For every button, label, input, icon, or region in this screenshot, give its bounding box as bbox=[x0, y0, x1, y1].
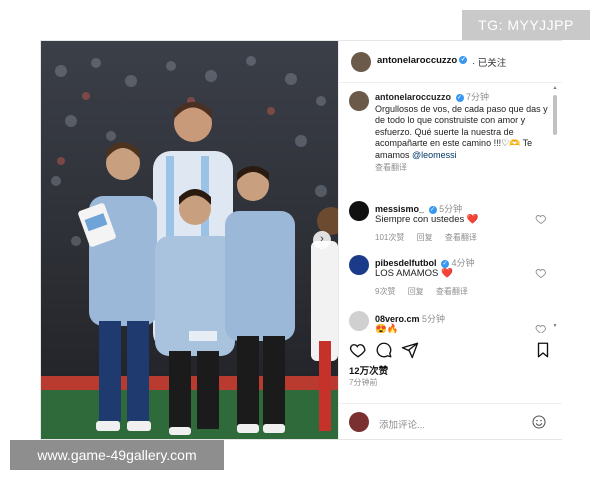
add-comment-bar: 添加评论... bbox=[339, 403, 562, 440]
posted-time: 7分钟前 bbox=[349, 378, 378, 387]
verified-icon: ✓ bbox=[459, 56, 468, 65]
comment-emoji: ❤️ bbox=[441, 268, 453, 279]
comment-time: 4分钟 bbox=[451, 258, 475, 268]
verified-icon: ✓ bbox=[441, 259, 450, 268]
heart-icon[interactable] bbox=[535, 323, 547, 333]
watermark-bottom: www.game-49gallery.com bbox=[10, 440, 224, 470]
avatar bbox=[349, 412, 369, 432]
comment-emoji: ❤️ bbox=[466, 214, 479, 225]
post-header: antonelaroccuzzo ✓ · 已关注 bbox=[339, 41, 562, 83]
comment-text: 😍🔥 bbox=[375, 324, 399, 333]
comment-text-body: Siempre con ustedes bbox=[375, 214, 465, 225]
avatar[interactable] bbox=[351, 52, 371, 72]
watermark-top: TG: MYYJJPP bbox=[462, 10, 590, 40]
likes-count[interactable]: 12万次赞 bbox=[349, 363, 388, 377]
heart-icon[interactable] bbox=[349, 341, 367, 359]
comment-text-body: 😍🔥 bbox=[375, 324, 399, 333]
post-photo: › bbox=[41, 41, 338, 439]
following-status[interactable]: · 已关注 bbox=[472, 55, 506, 69]
emoji-icon[interactable] bbox=[531, 414, 547, 430]
comment-input[interactable]: 添加评论... bbox=[379, 417, 425, 431]
stadium-photo bbox=[41, 41, 338, 439]
scroll-up-icon[interactable]: ▲ bbox=[552, 85, 558, 91]
mention-link[interactable]: @leomessi bbox=[412, 150, 457, 160]
comment-likes[interactable]: 101次赞 bbox=[375, 233, 404, 242]
comment-item: messismo_ ✓ 5分钟 Siempre con ustedes ❤️ 1… bbox=[349, 201, 549, 245]
comment-time: 5分钟 bbox=[422, 314, 446, 324]
comment-username[interactable]: messismo_ bbox=[375, 204, 424, 214]
comment-meta: 9次赞 回复 查看翻译 bbox=[375, 286, 478, 297]
instagram-post: › antonelaroccuzzo ✓ · 已关注 antonelaroccuz… bbox=[40, 40, 562, 440]
comments-scrollbar[interactable]: ▲ ▼ bbox=[552, 85, 558, 331]
comment-icon[interactable] bbox=[375, 341, 393, 359]
comment-meta: 101次赞 回复 查看翻译 bbox=[375, 232, 487, 243]
avatar[interactable] bbox=[349, 91, 369, 111]
comment-text: LOS AMAMOS ❤️ bbox=[375, 268, 453, 279]
share-icon[interactable] bbox=[401, 341, 419, 359]
author-name-text[interactable]: antonelaroccuzzo bbox=[377, 55, 457, 66]
caption-time: 7分钟 bbox=[466, 92, 490, 102]
scroll-thumb[interactable] bbox=[553, 95, 557, 135]
comment-item: 08vero.cm 5分钟 😍🔥 bbox=[349, 311, 549, 333]
verified-icon: ✓ bbox=[455, 93, 464, 102]
reply-button[interactable]: 回复 bbox=[408, 287, 424, 296]
avatar[interactable] bbox=[349, 255, 369, 275]
comment-text: Siempre con ustedes ❤️ bbox=[375, 214, 479, 225]
bookmark-icon[interactable] bbox=[534, 341, 552, 359]
heart-icon[interactable] bbox=[535, 213, 547, 225]
next-arrow-icon[interactable]: › bbox=[313, 231, 331, 249]
comment-text-body: LOS AMAMOS bbox=[375, 268, 439, 279]
caption-username[interactable]: antonelaroccuzzo bbox=[375, 92, 451, 102]
comment-username[interactable]: pibesdelfutbol bbox=[375, 258, 437, 268]
avatar[interactable] bbox=[349, 201, 369, 221]
comment-username[interactable]: 08vero.cm bbox=[375, 314, 420, 324]
heart-icon[interactable] bbox=[535, 267, 547, 279]
verified-icon: ✓ bbox=[428, 205, 437, 214]
translate-link[interactable]: 查看翻译 bbox=[445, 233, 477, 242]
translate-link[interactable]: 查看翻译 bbox=[436, 287, 468, 296]
caption-body: antonelaroccuzzo ✓ 7分钟 Orgullosos de vos… bbox=[375, 92, 551, 174]
comment-time: 5分钟 bbox=[439, 204, 463, 214]
author-username[interactable]: antonelaroccuzzo ✓ bbox=[377, 55, 468, 66]
comment-likes[interactable]: 9次赞 bbox=[375, 287, 395, 296]
comments-section: antonelaroccuzzo ✓ 7分钟 Orgullosos de vos… bbox=[339, 83, 552, 333]
translate-link[interactable]: 查看翻译 bbox=[375, 162, 551, 174]
post-sidebar: antonelaroccuzzo ✓ · 已关注 antonelaroccuzzo… bbox=[338, 41, 562, 439]
reply-button[interactable]: 回复 bbox=[417, 233, 433, 242]
comment-item: pibesdelfutbol ✓ 4分钟 LOS AMAMOS ❤️ 9次赞 回… bbox=[349, 255, 549, 299]
avatar[interactable] bbox=[349, 311, 369, 331]
scroll-down-icon[interactable]: ▼ bbox=[552, 323, 558, 329]
action-bar bbox=[339, 337, 562, 361]
caption-text: Orgullosos de vos, de cada paso que das … bbox=[375, 103, 548, 160]
